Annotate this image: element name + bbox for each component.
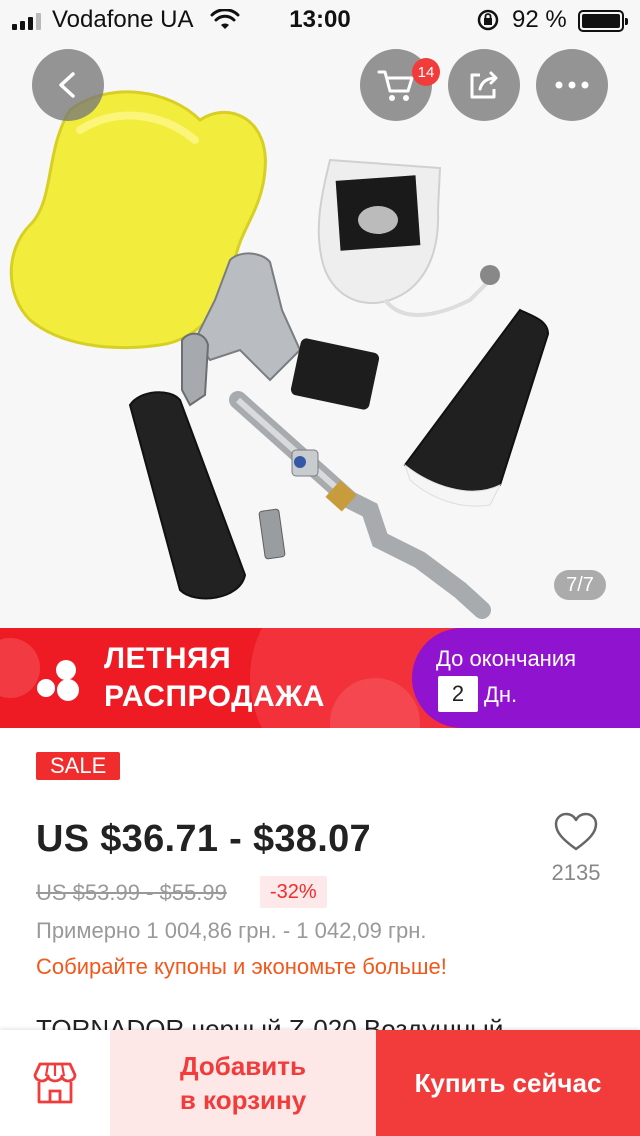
- image-counter: 7/7: [554, 570, 606, 600]
- buy-now-button[interactable]: Купить сейчас: [376, 1030, 640, 1136]
- wishlist-count: 2135: [551, 860, 601, 885]
- discount-badge: -32%: [260, 876, 327, 908]
- countdown-label: До окончания: [436, 646, 577, 671]
- rotation-lock-icon: [477, 9, 499, 31]
- status-bar: Vodafone UA 13:00 92 %: [0, 0, 640, 40]
- store-icon: [33, 1062, 77, 1104]
- product-price: US $36.71 - $38.07: [36, 818, 371, 860]
- banner-title-line1: ЛЕТНЯЯ: [104, 642, 232, 675]
- back-arrow-icon: [59, 72, 75, 98]
- cart-icon: [377, 70, 414, 101]
- product-image-gallery[interactable]: 14 7/7: [0, 0, 640, 628]
- bottom-action-bar: Добавить в корзину Купить сейчас: [0, 1030, 640, 1136]
- wishlist-button[interactable]: [548, 812, 604, 857]
- add-to-cart-button[interactable]: Добавить в корзину: [110, 1030, 376, 1136]
- share-icon: [470, 71, 498, 99]
- sale-tag: SALE: [36, 752, 121, 780]
- banner-title-line2: РАСПРОДАЖА: [104, 680, 325, 713]
- more-dots-icon: [555, 81, 589, 89]
- store-button[interactable]: [0, 1030, 110, 1136]
- share-button[interactable]: [448, 49, 520, 121]
- countdown-days-value: 2: [438, 676, 478, 712]
- back-button[interactable]: [32, 49, 104, 121]
- cart-count-badge: 14: [412, 58, 440, 86]
- battery-icon: [578, 10, 628, 32]
- sale-logo-icon: [37, 660, 79, 701]
- approximate-local-price: Примерно 1 004,86 грн. - 1 042,09 грн.: [36, 918, 427, 943]
- banner-title: ЛЕТНЯЯ РАСПРОДАЖА: [104, 640, 325, 716]
- countdown-days-unit: Дн.: [484, 682, 518, 707]
- more-options-button[interactable]: [536, 49, 608, 121]
- original-price: US $53.99 - $55.99: [36, 880, 227, 905]
- add-to-cart-line2: в корзину: [179, 1085, 307, 1115]
- summer-sale-banner[interactable]: ЛЕТНЯЯ РАСПРОДАЖА До окончания 2 Дн.: [0, 628, 640, 728]
- add-to-cart-line1: Добавить: [180, 1051, 306, 1081]
- coupons-link[interactable]: Собирайте купоны и экономьте больше!: [36, 954, 447, 980]
- battery-percent: 92 %: [512, 6, 567, 33]
- heart-icon: [554, 812, 598, 851]
